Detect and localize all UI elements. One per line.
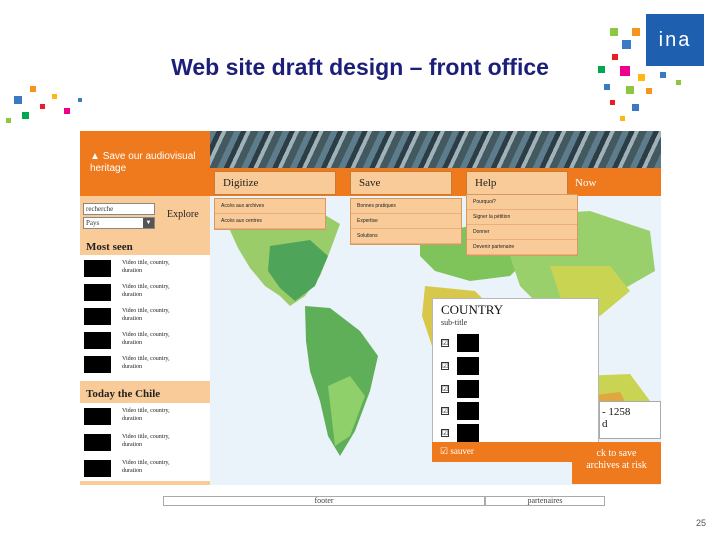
search-input[interactable]: recherche <box>83 203 155 215</box>
video-thumbnail[interactable] <box>84 408 111 425</box>
video-caption: Video title, country, duration <box>122 355 217 371</box>
menu-item[interactable]: Accès aux archives <box>215 199 325 214</box>
today-heading: Today the Chile <box>86 388 161 400</box>
most-seen-list: Video title, country, duration Video titl… <box>80 255 210 381</box>
country-subtitle: sub-title <box>441 318 468 327</box>
video-caption: Video title, country, duration <box>122 331 217 347</box>
video-title: Video title, country, <box>122 408 170 414</box>
tab-save[interactable]: Save <box>350 171 452 195</box>
video-thumbnail[interactable] <box>84 284 111 301</box>
submenu-digitize: Accès aux archives Accès aux centres <box>214 198 326 230</box>
country-select[interactable]: Pays ▼ <box>83 217 155 229</box>
ina-logo: ina <box>646 14 704 66</box>
most-seen-heading: Most seen <box>86 241 133 253</box>
menu-item[interactable]: Bonnes pratiques <box>351 199 461 214</box>
video-duration: duration <box>122 442 142 448</box>
video-title: Video title, country, <box>122 434 170 440</box>
chevron-down-icon: ▼ <box>143 218 154 228</box>
counter-unit: d <box>602 418 608 430</box>
video-duration: duration <box>122 416 142 422</box>
video-thumbnail[interactable] <box>84 308 111 325</box>
video-title: Video title, country, <box>122 284 170 290</box>
video-thumbnail[interactable] <box>457 334 479 352</box>
video-thumbnail[interactable] <box>84 460 111 477</box>
submenu-help: Pourquoi? Signer la pétition Donner Deve… <box>466 194 578 256</box>
video-thumbnail[interactable] <box>84 332 111 349</box>
video-title: Video title, country, <box>122 460 170 466</box>
video-thumbnail[interactable] <box>457 380 479 398</box>
video-caption: Video title, country, duration <box>122 459 217 475</box>
video-duration: duration <box>122 268 142 274</box>
video-duration: duration <box>122 316 142 322</box>
video-caption: Video title, country, duration <box>122 283 217 299</box>
page-number: 25 <box>695 518 706 528</box>
partners-link[interactable]: partenaires <box>485 496 605 506</box>
video-title: Video title, country, <box>122 260 170 266</box>
explore-button[interactable]: Explore <box>167 209 199 220</box>
tagline: ▲ Save our audiovisual heritage <box>90 151 196 174</box>
video-title: Video title, country, <box>122 332 170 338</box>
menu-item[interactable]: Accès aux centres <box>215 214 325 229</box>
menu-item[interactable]: Solutions <box>351 229 461 244</box>
tagline-area: ▲ Save our audiovisual heritage <box>80 131 210 196</box>
video-thumbnail[interactable] <box>84 434 111 451</box>
video-duration: duration <box>122 364 142 370</box>
tab-now[interactable]: Now <box>575 177 596 189</box>
video-caption: Video title, country, duration <box>122 407 217 423</box>
menu-item[interactable]: Devenir partenaire <box>467 240 577 255</box>
video-caption: Video title, country, duration <box>122 307 217 323</box>
tagline-text: Save our audiovisual heritage <box>90 151 196 174</box>
today-list: Video title, country, duration Video titl… <box>80 403 210 481</box>
country-panel: COUNTRY sub-title ☑ ☑ ☑ ☑ ☑ <box>432 298 599 462</box>
menu-item[interactable]: Signer la pétition <box>467 210 577 225</box>
banner-image <box>210 131 661 168</box>
checkbox[interactable]: ☑ <box>441 339 449 347</box>
counter-value: - 1258 <box>602 406 631 418</box>
video-thumbnail[interactable] <box>457 357 479 375</box>
checkbox[interactable]: ☑ <box>441 429 449 437</box>
save-label: sauver <box>450 446 474 456</box>
checkbox[interactable]: ☑ <box>441 407 449 415</box>
video-thumbnail[interactable] <box>84 356 111 373</box>
save-archives-line2: archives at risk <box>586 460 647 471</box>
checkbox[interactable]: ☑ <box>441 385 449 393</box>
tab-help[interactable]: Help <box>466 171 568 195</box>
menu-item[interactable]: Donner <box>467 225 577 240</box>
video-title: Video title, country, <box>122 356 170 362</box>
video-duration: duration <box>122 340 142 346</box>
website-mockup: ▲ Save our audiovisual heritage recherch… <box>80 131 661 485</box>
submenu-save: Bonnes pratiques Expertise Solutions <box>350 198 462 245</box>
save-archives-line1: ck to save <box>596 448 637 459</box>
video-duration: duration <box>122 468 142 474</box>
video-title: Video title, country, <box>122 308 170 314</box>
country-title: COUNTRY <box>441 302 504 317</box>
video-caption: Video title, country, duration <box>122 259 217 275</box>
tab-digitize[interactable]: Digitize <box>214 171 336 195</box>
save-archives-button[interactable]: ck to save archives at risk <box>572 442 661 484</box>
video-caption: Video title, country, duration <box>122 433 217 449</box>
save-button[interactable]: ☑ sauver <box>440 446 474 457</box>
video-duration: duration <box>122 292 142 298</box>
video-thumbnail[interactable] <box>84 260 111 277</box>
checkbox[interactable]: ☑ <box>441 362 449 370</box>
menu-item[interactable]: Expertise <box>351 214 461 229</box>
menu-item[interactable]: Pourquoi? <box>467 195 577 210</box>
video-thumbnail[interactable] <box>457 402 479 420</box>
video-thumbnail[interactable] <box>457 424 479 442</box>
footer: footer <box>163 496 485 506</box>
counter-box: - 1258 d <box>599 401 661 439</box>
slide-title: Web site draft design – front office <box>171 54 549 80</box>
country-select-value: Pays <box>86 219 100 227</box>
